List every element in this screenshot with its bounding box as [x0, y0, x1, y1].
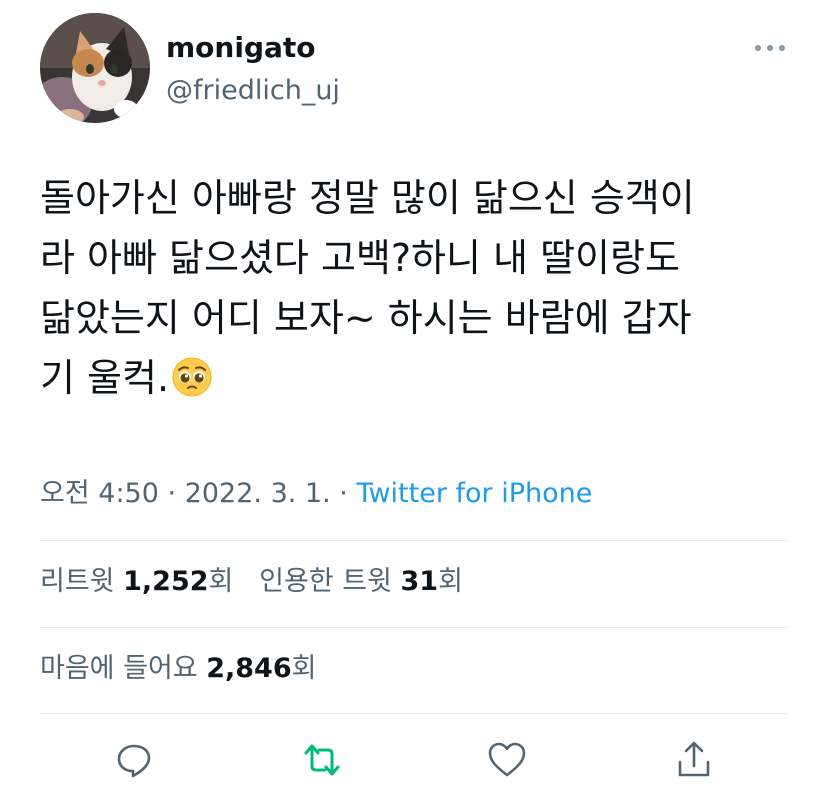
- tweet-text-line-last: 기 울컥.: [40, 348, 800, 408]
- share-icon: [678, 741, 710, 777]
- quotes-unit: 회: [438, 566, 463, 597]
- tweet-text-line: 돌아가신 아빠랑 정말 많이 닮으신 승객이: [40, 176, 695, 220]
- retweet-button[interactable]: [300, 738, 344, 782]
- likes-stats-row: 마음에 들어요 2,846회: [40, 649, 316, 689]
- avatar[interactable]: [40, 13, 150, 123]
- reply-button[interactable]: [112, 738, 156, 782]
- more-icon: [755, 45, 785, 51]
- meta-separator: ·: [339, 478, 348, 509]
- quotes-stat[interactable]: 인용한 트윗 31회: [259, 566, 463, 597]
- more-options-button[interactable]: [752, 36, 788, 60]
- tweet-time[interactable]: 오전 4:50: [40, 478, 159, 509]
- tweet-text-line-end: 기 울컥.: [40, 356, 170, 400]
- divider: [40, 627, 788, 628]
- display-name[interactable]: monigato: [166, 28, 316, 68]
- quotes-count: 31: [400, 566, 439, 597]
- share-button[interactable]: [672, 738, 716, 782]
- tweet-action-bar: [0, 730, 828, 790]
- like-icon: [488, 742, 526, 777]
- likes-stat[interactable]: 마음에 들어요 2,846회: [40, 653, 316, 684]
- retweets-count: 1,252: [123, 566, 209, 597]
- tweet-date[interactable]: 2022. 3. 1.: [185, 478, 331, 509]
- likes-count: 2,846: [206, 653, 292, 684]
- divider: [40, 540, 788, 541]
- pleading-face-emoji-icon: [171, 355, 213, 397]
- cat-avatar-icon: [40, 13, 150, 123]
- tweet-text-line: 라 아빠 닮으셨다 고백?하니 내 딸이랑도: [40, 236, 680, 280]
- retweets-label: 리트윗: [40, 566, 115, 597]
- tweet-metadata: 오전 4:50 · 2022. 3. 1. · Twitter for iPho…: [40, 474, 592, 514]
- meta-separator: ·: [167, 478, 177, 509]
- tweet-source-link[interactable]: Twitter for iPhone: [356, 478, 592, 509]
- tweet-text-line: 닮았는지 어디 보자~ 하시는 바람에 갑자: [40, 296, 692, 340]
- likes-label: 마음에 들어요: [40, 653, 198, 684]
- reply-icon: [117, 744, 151, 778]
- user-handle[interactable]: @friedlich_uj: [166, 72, 340, 110]
- tweet-text: 돌아가신 아빠랑 정말 많이 닮으신 승객이 라 아빠 닮으셨다 고백?하니 내…: [40, 168, 800, 408]
- retweet-stats-row: 리트윗 1,252회 인용한 트윗 31회: [40, 562, 463, 602]
- retweets-unit: 회: [208, 566, 234, 597]
- retweets-stat[interactable]: 리트윗 1,252회: [40, 566, 233, 597]
- likes-unit: 회: [291, 653, 317, 684]
- quotes-label: 인용한 트윗: [259, 566, 392, 597]
- like-button[interactable]: [485, 738, 529, 782]
- divider: [40, 713, 788, 714]
- retweet-icon: [304, 744, 340, 776]
